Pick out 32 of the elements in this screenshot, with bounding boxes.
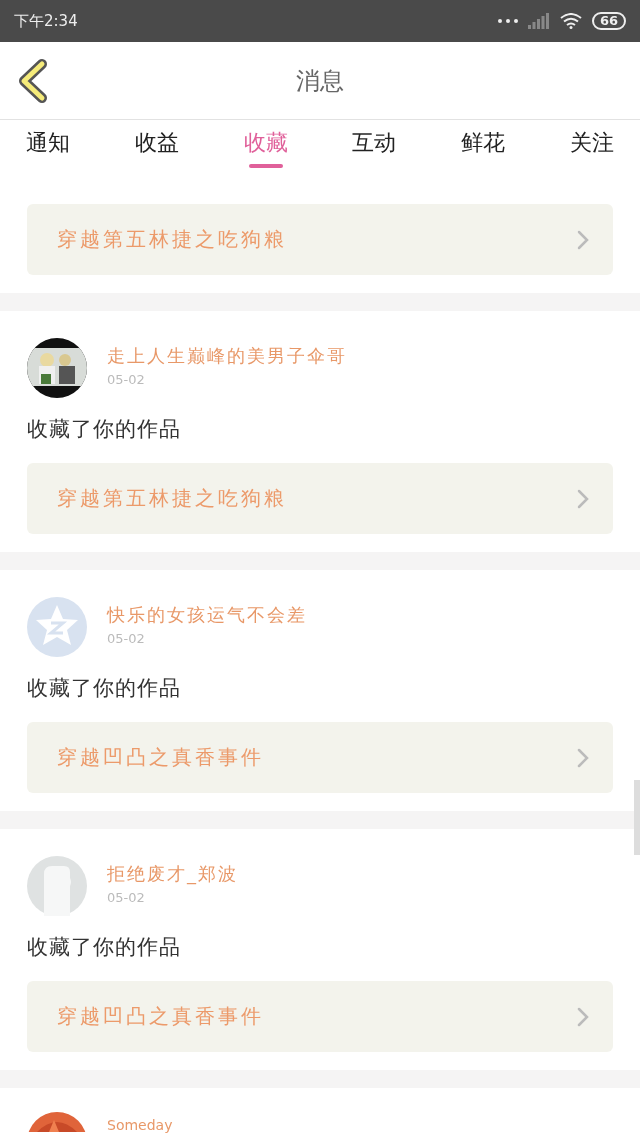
tab[interactable]: 收藏 [241, 120, 290, 172]
more-dots-icon [497, 19, 518, 23]
chevron-right-icon [577, 1006, 589, 1027]
page-title: 消息 [296, 65, 344, 97]
tab[interactable]: 鲜花 [459, 120, 508, 172]
chevron-right-icon [577, 488, 589, 509]
user-name[interactable]: 快乐的女孩运气不会差 [107, 603, 307, 627]
message-text: 收藏了你的作品 [27, 934, 182, 961]
work-link[interactable]: 穿越凹凸之真香事件 [27, 981, 613, 1052]
user-name[interactable]: 拒绝废才_郑波 [107, 862, 238, 886]
star-avatar-icon [27, 597, 87, 657]
chevron-right-icon [577, 747, 589, 768]
wifi-icon [559, 13, 582, 29]
tab[interactable]: 互动 [350, 120, 399, 172]
battery-level: 66 [591, 12, 626, 30]
signal-icon [527, 13, 550, 29]
chevron-right-icon [577, 229, 589, 250]
tab[interactable]: 通知 [24, 120, 72, 172]
message-text: 收藏了你的作品 [27, 675, 182, 702]
work-link[interactable]: 穿越凹凸之真香事件 [27, 722, 613, 793]
user-name[interactable]: Someday [107, 1112, 173, 1132]
message-date: 05-02 [107, 372, 146, 387]
message-text: 收藏了你的作品 [27, 416, 182, 443]
user-name[interactable]: 走上人生巅峰的美男子伞哥 [107, 344, 347, 368]
work-link[interactable]: 穿越第五林捷之吃狗粮 [27, 204, 613, 275]
message-date: 05-02 [107, 890, 146, 905]
tab[interactable]: 收益 [132, 120, 181, 172]
person-avatar-icon [27, 856, 87, 916]
status-time: 下午2:34 [14, 11, 78, 31]
work-link[interactable]: 穿越第五林捷之吃狗粮 [27, 463, 613, 534]
message-date: 05-02 [107, 631, 146, 646]
tab[interactable]: 关注 [568, 120, 616, 172]
